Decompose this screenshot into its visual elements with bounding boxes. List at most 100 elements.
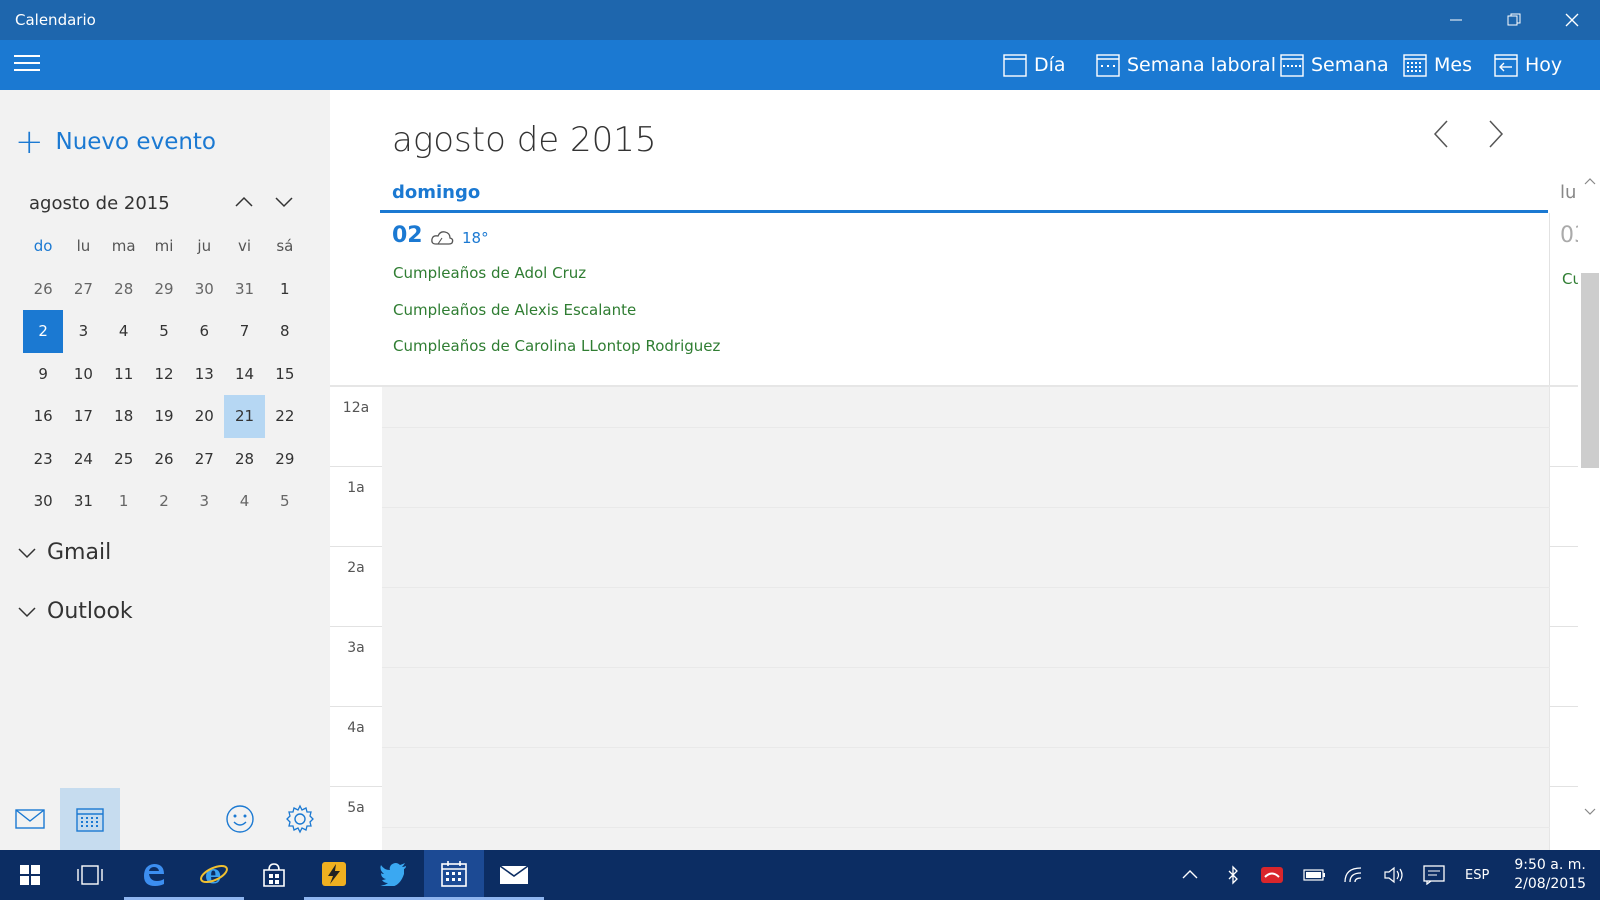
day-cell[interactable]: 6 [184,310,224,353]
day-cell[interactable]: 25 [104,438,144,481]
day-cell[interactable]: 7 [224,310,264,353]
app-tray-icon[interactable] [1260,850,1284,900]
taskbar-calendar[interactable] [424,850,484,900]
day-cell[interactable]: 10 [63,353,103,396]
day-cell[interactable]: 20 [184,395,224,438]
restore-button[interactable] [1486,0,1542,40]
event-item[interactable]: Cumpleaños de Carolina LLontop Rodriguez [393,337,720,355]
view-week-label: Semana [1311,54,1389,76]
new-event-button[interactable]: + Nuevo evento [15,125,216,159]
day-cell[interactable]: 27 [63,268,103,311]
taskbar-winamp[interactable] [304,850,364,900]
day-cell[interactable]: 22 [265,395,305,438]
day-cell[interactable]: 4 [104,310,144,353]
day-cell[interactable]: 24 [63,438,103,481]
task-view-button[interactable] [60,850,120,900]
settings-button[interactable] [270,788,330,850]
scrollbar-thumb[interactable] [1581,273,1599,468]
hamburger-menu-icon[interactable] [14,55,40,75]
today-label: Hoy [1525,54,1563,76]
wifi-tray[interactable] [1343,850,1365,900]
battery-tray[interactable] [1303,850,1327,900]
day-cell[interactable]: 23 [23,438,63,481]
day-cell[interactable]: 1 [104,480,144,523]
day-cell[interactable]: 27 [184,438,224,481]
taskbar-store[interactable] [244,850,304,900]
account-outlook[interactable]: Outlook [17,599,133,624]
taskbar-edge[interactable] [124,850,184,900]
day-cell[interactable]: 12 [144,353,184,396]
smiley-icon [226,805,254,833]
minimize-button[interactable] [1428,0,1484,40]
view-month-button[interactable]: Mes [1403,40,1472,90]
day-cell[interactable]: 31 [63,480,103,523]
day-cell[interactable]: 26 [23,268,63,311]
day-cell[interactable]: 29 [265,438,305,481]
day-cell[interactable]: 5 [265,480,305,523]
mini-calendar-month[interactable]: agosto de 2015 [29,193,170,214]
day-cell[interactable]: 17 [63,395,103,438]
event-item[interactable]: Cumpleaños de Alexis Escalante [393,301,636,319]
day-cell[interactable]: 11 [104,353,144,396]
day-cell[interactable]: 13 [184,353,224,396]
time-slot[interactable] [382,787,1550,850]
day-cell[interactable]: 16 [23,395,63,438]
mail-button[interactable] [0,788,60,850]
day-cell[interactable]: 31 [224,268,264,311]
show-hidden-icons-button[interactable] [1180,850,1200,900]
chevron-down-icon [18,547,36,558]
view-day-button[interactable]: Día [1003,40,1066,90]
bluetooth-icon [1228,865,1238,885]
day-cell[interactable]: 30 [184,268,224,311]
close-button[interactable] [1544,0,1600,40]
bluetooth-tray[interactable] [1226,850,1240,900]
mini-calendar-week: 26 27 28 29 30 31 1 [23,268,305,311]
day-cell[interactable]: 8 [265,310,305,353]
day-cell-highlighted[interactable]: 21 [224,395,265,438]
taskbar-ie[interactable]: e [184,850,244,900]
clock[interactable]: 9:50 a. m. 2/08/2015 [1514,856,1586,894]
today-button[interactable]: Hoy [1494,40,1562,90]
day-cell[interactable]: 28 [224,438,264,481]
day-cell[interactable]: 3 [63,310,103,353]
day-cell[interactable]: 26 [144,438,184,481]
day-cell[interactable]: 28 [104,268,144,311]
mini-calendar-next-button[interactable] [272,190,296,214]
volume-tray[interactable] [1383,850,1405,900]
view-workweek-button[interactable]: Semana laboral [1096,40,1276,90]
next-button[interactable] [1480,117,1510,151]
start-button[interactable] [0,850,60,900]
day-cell[interactable]: 3 [184,480,224,523]
day-cell[interactable]: 18 [104,395,144,438]
calendar-icon [76,808,104,832]
calendar-icon [441,860,467,887]
day-cell[interactable]: 2 [144,480,184,523]
day-cell[interactable]: 9 [23,353,63,396]
weekday-label: ma [111,237,136,256]
day-cell[interactable]: 1 [265,268,305,311]
mini-calendar-prev-button[interactable] [232,190,256,214]
day-cell[interactable]: 5 [144,310,184,353]
taskbar-twitter[interactable] [364,850,424,900]
action-center-tray[interactable] [1423,850,1445,900]
view-week-button[interactable]: Semana [1280,40,1389,90]
day-cell[interactable]: 30 [23,480,63,523]
day-cell-selected[interactable]: 2 [23,310,64,353]
winamp-icon [322,861,346,886]
day-cell[interactable]: 4 [224,480,264,523]
chevron-right-icon [1489,120,1504,148]
clock-date: 2/08/2015 [1514,876,1586,892]
language-indicator[interactable]: ESP [1465,850,1489,900]
plus-icon: + [15,122,44,162]
vertical-scrollbar[interactable] [1578,173,1600,850]
day-cell[interactable]: 14 [224,353,264,396]
prev-button[interactable] [1427,117,1457,151]
calendar-nav-button[interactable] [60,788,120,850]
day-cell[interactable]: 29 [144,268,184,311]
account-gmail[interactable]: Gmail [17,540,111,565]
day-cell[interactable]: 19 [144,395,184,438]
taskbar-mail[interactable] [484,850,544,900]
event-item[interactable]: Cumpleaños de Adol Cruz [393,264,586,282]
day-cell[interactable]: 15 [265,353,305,396]
feedback-button[interactable] [210,788,270,850]
